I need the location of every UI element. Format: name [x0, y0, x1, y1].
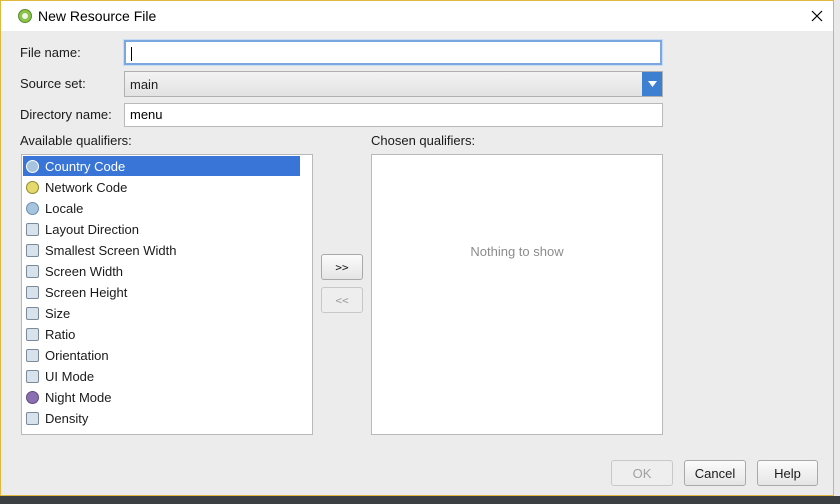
available-qualifiers-label: Available qualifiers:	[20, 133, 132, 148]
screen-width-icon	[26, 264, 39, 278]
close-button[interactable]	[801, 1, 833, 31]
layout-direction-icon	[26, 222, 39, 236]
moon-icon	[26, 390, 39, 404]
directory-name-value: menu	[130, 107, 163, 122]
qualifier-item-label: Night Mode	[45, 389, 112, 405]
background-window-bottom	[0, 496, 840, 504]
directory-name-label: Directory name:	[20, 107, 112, 122]
help-button[interactable]: Help	[757, 460, 818, 486]
qualifier-item[interactable]: Network Code	[23, 177, 300, 197]
new-resource-file-dialog: New Resource File File name: Source set:…	[0, 0, 834, 496]
qualifier-item[interactable]: Country Code	[23, 156, 300, 176]
density-icon	[26, 411, 39, 425]
screen-height-icon	[26, 285, 39, 299]
source-set-select[interactable]: main	[124, 71, 663, 97]
source-set-value: main	[130, 77, 159, 92]
ratio-icon	[26, 327, 39, 341]
text-caret	[131, 46, 132, 61]
empty-list-message: Nothing to show	[470, 244, 564, 259]
file-name-input[interactable]	[124, 40, 662, 65]
dropdown-arrow-button[interactable]	[642, 72, 662, 96]
globe-icon	[26, 201, 39, 215]
qualifier-item[interactable]: Orientation	[23, 345, 300, 365]
qualifier-item[interactable]: Size	[23, 303, 300, 323]
qualifier-item-label: Screen Height	[45, 284, 128, 300]
file-name-label: File name:	[20, 45, 81, 60]
qualifier-item-label: Size	[45, 305, 71, 321]
close-icon	[811, 10, 823, 22]
qualifier-item[interactable]: Screen Height	[23, 282, 300, 302]
qualifier-item[interactable]: Screen Width	[23, 261, 300, 281]
qualifier-item[interactable]: Density	[23, 408, 300, 428]
orientation-icon	[26, 348, 39, 362]
qualifier-item[interactable]: UI Mode	[23, 366, 300, 386]
qualifier-item-label: Orientation	[45, 347, 109, 363]
qualifier-item-label: Locale	[45, 200, 84, 216]
chevron-down-icon	[647, 81, 657, 87]
dialog-title: New Resource File	[38, 8, 157, 24]
network-code-icon	[26, 180, 39, 194]
qualifier-item[interactable]: Layout Direction	[23, 219, 300, 239]
qualifier-item-label: Smallest Screen Width	[45, 242, 177, 258]
directory-name-input[interactable]: menu	[124, 103, 663, 127]
qualifier-item-label: Network Code	[45, 179, 128, 195]
qualifier-item-label: Screen Width	[45, 263, 124, 279]
ok-button[interactable]: OK	[611, 460, 673, 486]
add-qualifier-button[interactable]: >>	[321, 254, 363, 280]
country-code-icon	[26, 159, 39, 173]
qualifier-item[interactable]: Ratio	[23, 324, 300, 344]
remove-qualifier-button[interactable]: <<	[321, 287, 363, 313]
qualifier-item-label: Density	[45, 410, 89, 426]
available-qualifiers-list[interactable]: Density Night Mode UI Mode Orientation Ratio…	[21, 154, 313, 435]
size-icon	[26, 306, 39, 320]
android-studio-icon	[18, 9, 32, 23]
chosen-qualifiers-label: Chosen qualifiers:	[371, 133, 476, 148]
qualifier-item-label: Country Code	[45, 158, 126, 174]
qualifier-item-label: UI Mode	[45, 368, 95, 384]
cancel-button[interactable]: Cancel	[684, 460, 746, 486]
chosen-qualifiers-list[interactable]: Nothing to show	[371, 154, 663, 435]
source-set-label: Source set:	[20, 76, 86, 91]
ui-mode-icon	[26, 369, 39, 383]
title-bar: New Resource File	[1, 1, 833, 31]
qualifier-item[interactable]: Night Mode	[23, 387, 300, 407]
qualifier-item[interactable]: Locale	[23, 198, 300, 218]
smallest-width-icon	[26, 243, 39, 257]
qualifier-item-label: Layout Direction	[45, 221, 139, 237]
qualifier-item[interactable]: Smallest Screen Width	[23, 240, 300, 260]
qualifier-item-label: Ratio	[45, 326, 76, 342]
